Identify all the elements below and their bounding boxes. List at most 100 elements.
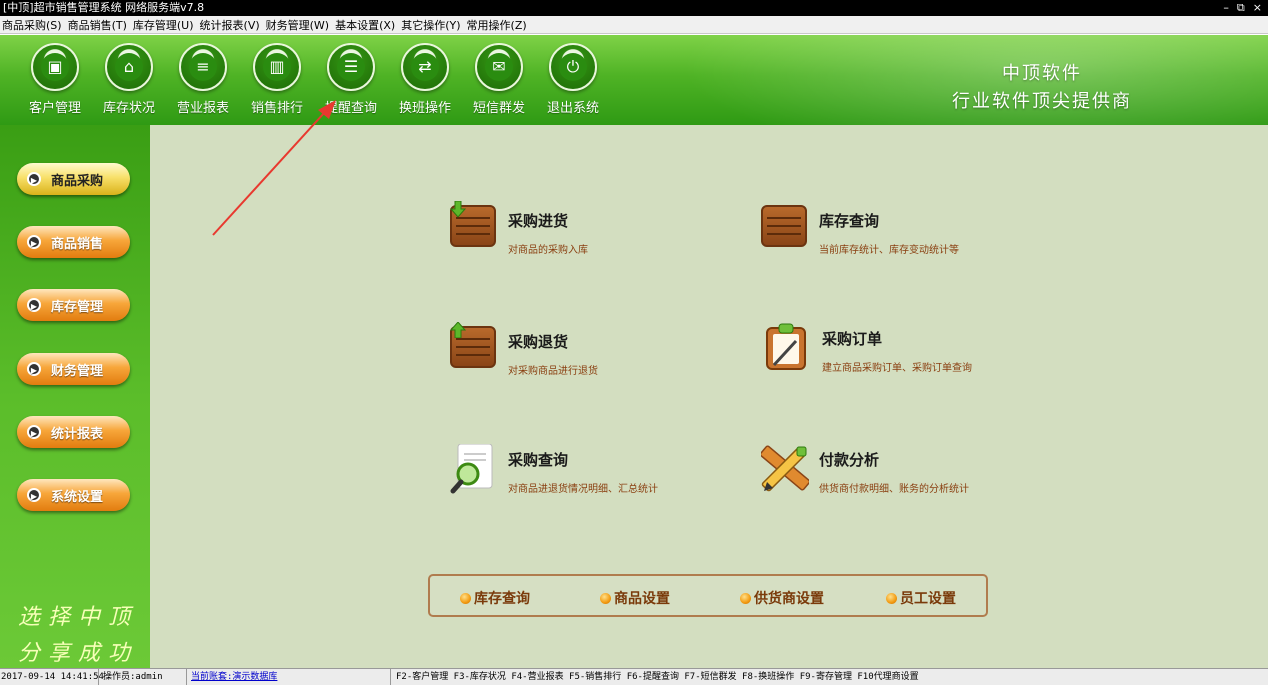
feature-title: 采购退货 bbox=[508, 333, 569, 351]
toolbar-sms-button[interactable]: ✉ 短信群发 bbox=[462, 43, 536, 116]
quick-link-supplier-settings[interactable]: 供货商设置 bbox=[740, 588, 824, 608]
box-out-icon bbox=[450, 322, 500, 372]
play-icon: ▶ bbox=[27, 425, 41, 439]
sidebar-item-inventory[interactable]: ▶ 库存管理 bbox=[17, 289, 130, 321]
feature-title: 采购订单 bbox=[822, 330, 883, 348]
sidebar-item-label: 库存管理 bbox=[51, 299, 104, 315]
menu-other[interactable]: 其它操作(Y) bbox=[401, 17, 460, 33]
feature-desc: 当前库存统计、库存变动统计等 bbox=[819, 245, 959, 256]
bar-chart-icon: ▥ bbox=[263, 53, 291, 81]
sidebar-item-purchase[interactable]: ▶ 商品采购 bbox=[17, 163, 130, 195]
toolbar-business-report-button[interactable]: ≡ 营业报表 bbox=[166, 43, 240, 116]
sidebar-item-label: 财务管理 bbox=[51, 363, 104, 379]
feature-stock-query[interactable]: 库存查询 当前库存统计、库存变动统计等 bbox=[761, 205, 959, 256]
feature-title: 付款分析 bbox=[819, 451, 880, 469]
feature-desc: 对商品进退货情况明细、汇总统计 bbox=[508, 484, 658, 495]
message-icon: ☰ bbox=[337, 53, 365, 81]
home-icon: ⌂ bbox=[115, 53, 143, 81]
toolbar-stock-status-button[interactable]: ⌂ 库存状况 bbox=[92, 43, 166, 116]
brand-name: 中顶软件 bbox=[1002, 63, 1082, 84]
feature-title: 采购进货 bbox=[508, 212, 569, 230]
menu-finance[interactable]: 财务管理(W) bbox=[266, 17, 329, 33]
toolbar-label: 换班操作 bbox=[398, 101, 451, 116]
status-divider bbox=[390, 669, 391, 685]
envelope-icon: ✉ bbox=[485, 53, 513, 81]
bullet-icon bbox=[600, 592, 611, 604]
clipboard-icon bbox=[764, 323, 814, 370]
toolbar-label: 提醒查询 bbox=[324, 101, 377, 116]
play-icon: ▶ bbox=[27, 488, 41, 502]
sidebar-item-label: 统计报表 bbox=[51, 426, 104, 442]
toolbar-label: 短信群发 bbox=[472, 101, 525, 116]
sidebar-item-finance[interactable]: ▶ 财务管理 bbox=[17, 353, 130, 385]
feature-purchase-order[interactable]: 采购订单 建立商品采购订单、采购订单查询 bbox=[764, 323, 972, 374]
minimize-icon[interactable]: – bbox=[1223, 0, 1229, 16]
quick-link-label: 商品设置 bbox=[614, 591, 670, 607]
box-icon bbox=[761, 205, 811, 251]
brand-tagline: 行业软件顶尖提供商 bbox=[952, 91, 1132, 112]
window-title: [中顶]超市销售管理系统 网络服务端v7.8 bbox=[3, 1, 205, 14]
window-controls: – ⧉ × bbox=[1223, 0, 1262, 16]
toolbar-label: 客户管理 bbox=[28, 101, 81, 116]
toolbar-shift-change-button[interactable]: ⇄ 换班操作 bbox=[388, 43, 462, 116]
main-panel: 采购进货 对商品的采购入库 库存查询 当前库存统计、库存变动统计等 采购退货 对… bbox=[150, 125, 1268, 668]
sidebar-item-label: 商品销售 bbox=[51, 236, 104, 252]
restore-icon[interactable]: ⧉ bbox=[1237, 0, 1245, 16]
status-shortcuts: F2-客户管理 F3-库存状况 F4-营业报表 F5-销售排行 F6-提醒查询 … bbox=[396, 672, 919, 682]
menu-bar: 商品采购(S) 商品销售(T) 库存管理(U) 统计报表(V) 财务管理(W) … bbox=[0, 16, 1268, 34]
feature-desc: 对采购商品进行退货 bbox=[508, 366, 598, 377]
slogan-line-1: 选择中顶 bbox=[18, 605, 139, 630]
toolbar-label: 销售排行 bbox=[250, 101, 303, 116]
bullet-icon bbox=[460, 592, 471, 604]
magnifier-icon bbox=[450, 443, 500, 494]
menu-purchase[interactable]: 商品采购(S) bbox=[2, 17, 62, 33]
sidebar-item-settings[interactable]: ▶ 系统设置 bbox=[17, 479, 130, 511]
sidebar-item-label: 商品采购 bbox=[51, 173, 104, 189]
toolbar-label: 库存状况 bbox=[102, 101, 155, 116]
quick-link-label: 库存查询 bbox=[474, 591, 530, 607]
main-toolbar: ▣ 客户管理 ⌂ 库存状况 ≡ 营业报表 ▥ 销售排行 ☰ 提醒查询 ⇄ 换班操… bbox=[0, 35, 1268, 125]
feature-desc: 对商品的采购入库 bbox=[508, 245, 588, 256]
quick-link-staff-settings[interactable]: 员工设置 bbox=[886, 588, 956, 608]
sidebar-item-reports[interactable]: ▶ 统计报表 bbox=[17, 416, 130, 448]
play-icon: ▶ bbox=[27, 362, 41, 376]
close-icon[interactable]: × bbox=[1253, 0, 1262, 16]
toolbar-sales-rank-button[interactable]: ▥ 销售排行 bbox=[240, 43, 314, 116]
quick-link-goods-settings[interactable]: 商品设置 bbox=[600, 588, 670, 608]
pencil-ruler-icon bbox=[759, 444, 811, 492]
status-divider bbox=[186, 669, 187, 685]
play-icon: ▶ bbox=[27, 172, 41, 186]
toolbar-label: 退出系统 bbox=[546, 101, 599, 116]
status-operator: 操作员:admin bbox=[103, 672, 163, 682]
feature-purchase-query[interactable]: 采购查询 对商品进退货情况明细、汇总统计 bbox=[450, 443, 658, 495]
title-bar: [中顶]超市销售管理系统 网络服务端v7.8 – ⧉ × bbox=[0, 0, 1268, 16]
quick-link-stock-query[interactable]: 库存查询 bbox=[460, 588, 530, 608]
toolbar-reminder-query-button[interactable]: ☰ 提醒查询 bbox=[314, 43, 388, 116]
status-account[interactable]: 当前账套:演示数据库 bbox=[191, 669, 277, 685]
feature-title: 库存查询 bbox=[819, 212, 880, 230]
toolbar-customer-button[interactable]: ▣ 客户管理 bbox=[18, 43, 92, 116]
menu-basic-settings[interactable]: 基本设置(X) bbox=[335, 17, 395, 33]
status-divider bbox=[98, 669, 99, 685]
play-icon: ▶ bbox=[27, 298, 41, 312]
feature-purchase-return[interactable]: 采购退货 对采购商品进行退货 bbox=[450, 322, 598, 377]
box-in-icon bbox=[450, 201, 500, 251]
toolbar-exit-button[interactable]: ⏻ 退出系统 bbox=[536, 43, 610, 116]
feature-payment-analysis[interactable]: 付款分析 供货商付款明细、账务的分析统计 bbox=[759, 444, 969, 495]
bullet-icon bbox=[886, 592, 897, 604]
menu-inventory[interactable]: 库存管理(U) bbox=[133, 17, 194, 33]
customer-icon: ▣ bbox=[41, 53, 69, 81]
sidebar-item-label: 系统设置 bbox=[51, 489, 104, 505]
menu-sales[interactable]: 商品销售(T) bbox=[68, 17, 127, 33]
quick-links-panel: 库存查询 商品设置 供货商设置 员工设置 bbox=[428, 574, 988, 617]
feature-desc: 建立商品采购订单、采购订单查询 bbox=[822, 363, 972, 374]
status-bar: 2017-09-14 14:41:54 操作员:admin 当前账套:演示数据库… bbox=[0, 668, 1268, 685]
power-icon: ⏻ bbox=[559, 53, 587, 81]
menu-reports[interactable]: 统计报表(V) bbox=[200, 17, 260, 33]
sidebar: ▶ 商品采购 ▶ 商品销售 ▶ 库存管理 ▶ 财务管理 ▶ 统计报表 ▶ 系统设… bbox=[0, 125, 150, 668]
feature-title: 采购查询 bbox=[508, 451, 569, 469]
menu-common[interactable]: 常用操作(Z) bbox=[467, 17, 527, 33]
toolbar-label: 营业报表 bbox=[176, 101, 229, 116]
sidebar-item-sales[interactable]: ▶ 商品销售 bbox=[17, 226, 130, 258]
feature-purchase-in[interactable]: 采购进货 对商品的采购入库 bbox=[450, 201, 588, 256]
